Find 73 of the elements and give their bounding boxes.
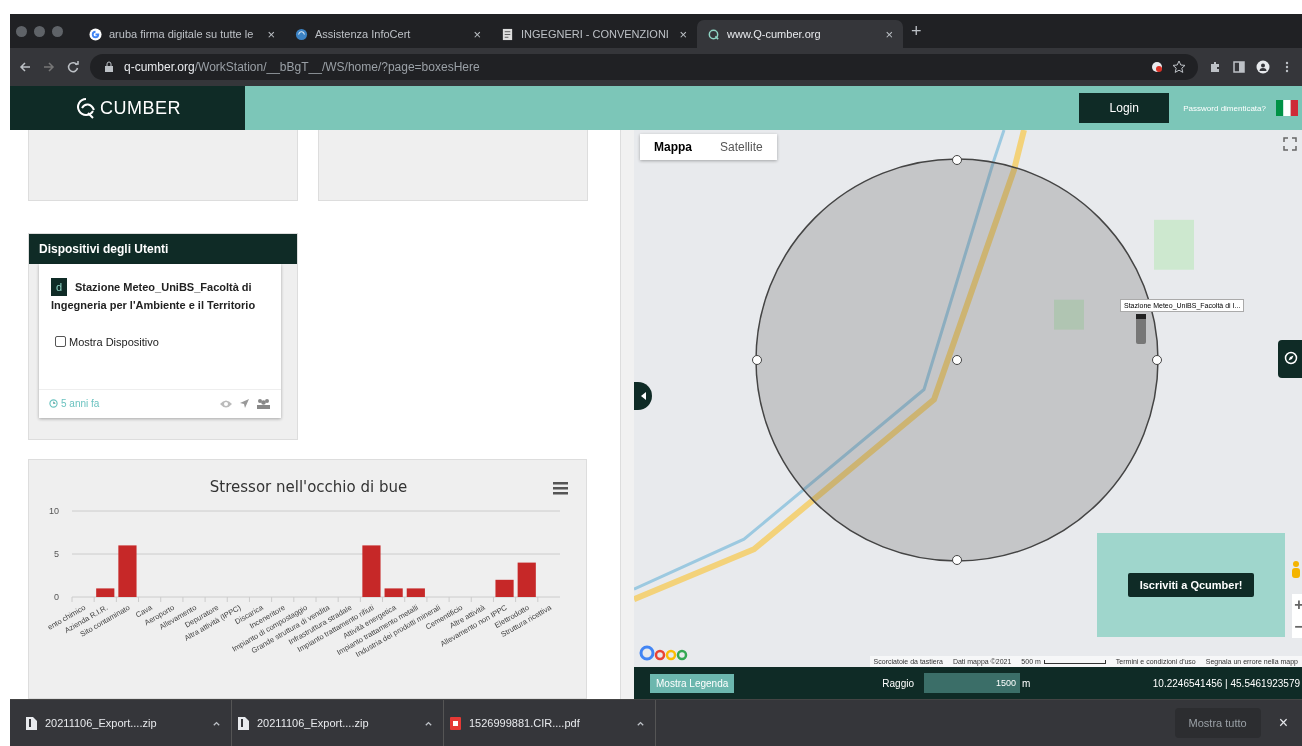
q-logo-icon <box>74 96 98 120</box>
fullscreen-icon[interactable] <box>1282 136 1298 152</box>
collapse-button[interactable] <box>634 382 652 410</box>
axis-tick-label: 5 <box>54 549 59 559</box>
google-icon <box>89 27 102 41</box>
device-age: 5 anni fa <box>61 398 100 410</box>
left-triangle-icon <box>640 390 648 401</box>
address-bar[interactable]: q-cumber.org/WorkStation/__bBgT__/WS/home/?page=boxesHere <box>90 54 1198 80</box>
location-arrow-icon[interactable] <box>239 398 250 410</box>
document-icon <box>501 27 514 41</box>
download-item[interactable]: 20211106_Export....zip <box>232 700 444 746</box>
panel-title: Dispositivi degli Utenti <box>29 233 297 264</box>
scale-bar <box>1043 659 1106 664</box>
close-button[interactable]: × <box>1272 713 1294 733</box>
puzzle-icon[interactable] <box>1208 60 1222 74</box>
chart-bar <box>96 588 115 597</box>
clock-icon <box>49 399 58 409</box>
scrollbar[interactable] <box>620 130 634 699</box>
window-button[interactable] <box>34 25 45 37</box>
browser-tab[interactable]: www.Q-cumber.org × <box>697 20 903 48</box>
tab-close-button[interactable]: × <box>885 26 893 42</box>
pdf-file-icon <box>450 716 461 730</box>
show-device-checkbox[interactable]: Mostra Dispositivo <box>55 335 281 348</box>
new-tab-button[interactable]: + <box>911 20 922 42</box>
back-arrow-icon[interactable] <box>18 60 32 74</box>
browser-tab[interactable]: aruba firma digitale su tutte le × <box>79 20 285 48</box>
chart-bar <box>384 588 403 597</box>
reload-icon[interactable] <box>66 60 80 74</box>
browser-tab[interactable]: INGEGNERI - CONVENZIONI × <box>491 20 697 48</box>
radius-label: Raggio <box>882 677 914 689</box>
download-item[interactable]: 20211106_Export....zip <box>20 700 232 746</box>
group-icon[interactable] <box>256 397 271 410</box>
compass-icon <box>1284 350 1298 365</box>
show-all-button[interactable]: Mostra tutto <box>1174 708 1261 738</box>
q-logo-icon <box>707 27 720 41</box>
chart-title: Stressor nell'occhio di bue <box>209 478 408 496</box>
chart-bar <box>362 545 381 597</box>
radius-unit: m <box>1022 677 1031 689</box>
browser-tab[interactable]: Assistenza InfoCert × <box>285 20 491 48</box>
profile-icon[interactable] <box>1256 60 1270 74</box>
coordinates-text: 10.2246541456 | 45.5461923579 <box>1152 677 1301 689</box>
login-button[interactable]: Login <box>1079 93 1170 123</box>
site-logo[interactable]: CUMBER <box>10 86 245 130</box>
locate-button[interactable] <box>1278 340 1302 378</box>
extension-icon[interactable] <box>1150 60 1164 74</box>
file-icon <box>238 716 249 730</box>
map-type-button[interactable]: Satellite <box>706 134 777 160</box>
tab-close-button[interactable]: × <box>267 26 275 42</box>
globe-icon <box>295 27 308 41</box>
chart-bar <box>517 562 536 597</box>
device-name[interactable]: d Stazione Meteo_UniBS_Facoltà di Ingegneria per l'Ambiente e il Territorio <box>39 263 281 314</box>
menu-icon[interactable] <box>553 482 568 495</box>
window-button[interactable] <box>16 25 27 37</box>
window-button[interactable] <box>52 25 63 37</box>
chart-bar <box>406 588 425 597</box>
download-item[interactable]: 1526999881.CIR....pdf <box>444 700 656 746</box>
logo-text: CUMBER <box>100 97 181 119</box>
axis-tick-label: 10 <box>49 506 59 516</box>
forward-arrow-icon[interactable] <box>42 60 56 74</box>
chart-bar <box>118 545 137 597</box>
flag-icon[interactable] <box>1276 100 1298 116</box>
tab-close-button[interactable]: × <box>679 26 687 42</box>
tab-close-button[interactable]: × <box>473 26 481 42</box>
chart-bar <box>495 579 514 597</box>
signup-button[interactable]: Iscriviti a Qcumber! <box>1127 573 1255 597</box>
radius-field[interactable]: 1500 <box>924 673 1020 693</box>
lock-icon <box>102 60 116 74</box>
map-type-button[interactable]: Mappa <box>640 134 706 160</box>
sidebar-icon[interactable] <box>1232 60 1246 74</box>
map-marker-icon[interactable] <box>1135 314 1147 344</box>
file-icon <box>26 716 37 730</box>
axis-tick-label: 0 <box>54 592 59 602</box>
star-icon[interactable] <box>1172 60 1186 74</box>
